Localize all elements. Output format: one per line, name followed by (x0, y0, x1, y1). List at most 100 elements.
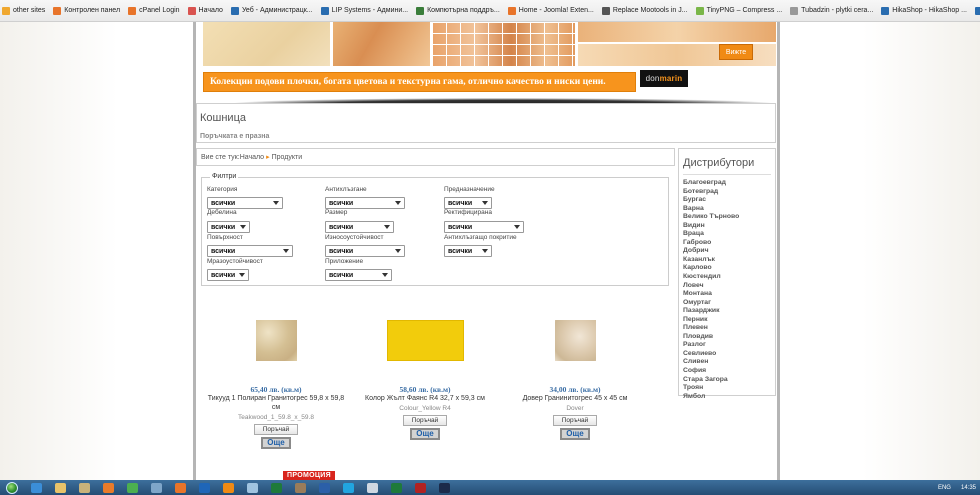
taskbar-app-button[interactable] (216, 481, 240, 494)
distributor-link[interactable]: Пазарджик (683, 307, 739, 316)
distributor-link[interactable]: Бургас (683, 196, 739, 205)
distributor-link[interactable]: Монтана (683, 290, 739, 299)
distributor-link[interactable]: Пловдив (683, 333, 739, 342)
taskbar-app-button[interactable] (72, 481, 96, 494)
product-name[interactable]: Тикууд 1 Полиран Гранитогрес 59,8 х 59,8… (206, 394, 346, 412)
bookmark-item[interactable]: LIP Systems - Админи... (320, 6, 408, 15)
distributor-link[interactable]: Разлог (683, 341, 739, 350)
banner-tile-terracotta[interactable] (333, 22, 430, 66)
logo-suffix: marin (659, 74, 683, 83)
distributor-link[interactable]: Велико Търново (683, 213, 739, 222)
distributor-link[interactable]: Варна (683, 205, 739, 214)
taskbar-app-button[interactable] (384, 481, 408, 494)
order-button[interactable]: Поръчай (254, 424, 298, 435)
taskbar-app-button[interactable] (120, 481, 144, 494)
distributor-link[interactable]: Стара Загора (683, 376, 739, 385)
breadcrumb-home-link[interactable]: Начало (240, 154, 264, 161)
bookmark-item[interactable]: Replace Mootools in J... (601, 6, 688, 15)
more-button[interactable]: Още (560, 428, 590, 440)
taskbar-app-button[interactable] (264, 481, 288, 494)
filter-select-size[interactable]: всички (325, 221, 394, 233)
filter-select-antislip-coating[interactable]: всички (444, 245, 492, 257)
distributors-panel: Дистрибутори Благоевград Ботевград Бургас В… (678, 148, 776, 400)
bookmark-item[interactable]: Free online network to... (974, 6, 980, 15)
product-name[interactable]: Довер Гранинитогрес 45 х 45 см (505, 394, 645, 403)
distributor-link[interactable]: Благоевград (683, 179, 739, 188)
bookmark-item[interactable]: Home - Joomla! Exten... (507, 6, 594, 15)
breadcrumb-current: Продукти (271, 153, 303, 161)
taskbar-app-button[interactable] (96, 481, 120, 494)
vlc-icon (222, 482, 234, 493)
filter-label-category: Категория (207, 186, 238, 193)
banner-tile-beige[interactable] (203, 22, 330, 66)
more-button[interactable]: Още (410, 428, 440, 440)
taskbar-app-button[interactable] (408, 481, 432, 494)
taskbar-app-button[interactable] (144, 481, 168, 494)
filter-select-category[interactable]: всички (207, 197, 283, 209)
taskbar-app-button[interactable] (24, 481, 48, 494)
bookmark-item[interactable]: other sites (2, 6, 45, 15)
product-image[interactable] (386, 320, 464, 361)
bookmark-favicon-icon (53, 6, 62, 15)
product-name[interactable]: Колор Жълт Фаянс R4 32,7 х 59,3 см (355, 394, 495, 403)
distributor-link[interactable]: Троян (683, 384, 739, 393)
taskbar-app-button[interactable] (336, 481, 360, 494)
filter-select-antislip[interactable]: всички (325, 197, 405, 209)
taskbar-app-button[interactable] (240, 481, 264, 494)
bookmark-item[interactable]: Компютърна поддръ... (416, 6, 500, 15)
taskbar-app-button[interactable] (288, 481, 312, 494)
filter-select-rectified[interactable]: всички (444, 221, 524, 233)
filter-select-thickness[interactable]: всички (207, 221, 250, 233)
order-button[interactable]: Поръчай (403, 415, 447, 426)
product-image[interactable] (554, 320, 596, 361)
distributor-link[interactable]: Добрич (683, 247, 739, 256)
product-code: Dover (566, 405, 584, 412)
taskbar-app-button[interactable] (168, 481, 192, 494)
banner-view-button[interactable]: Вижте (719, 44, 753, 60)
language-indicator[interactable]: ENG (938, 485, 951, 491)
filter-select-application[interactable]: всички (325, 269, 392, 281)
product-price: 65,40 лв. (кв.м) (250, 385, 302, 394)
distributor-link[interactable]: Враца (683, 230, 739, 239)
bookmark-item[interactable]: TinyPNG – Compress ... (695, 6, 782, 15)
banner-tile-strip[interactable] (578, 22, 776, 42)
distributor-link[interactable]: Ловеч (683, 282, 739, 291)
distributor-link[interactable]: Плевен (683, 324, 739, 333)
taskbar-app-button[interactable] (312, 481, 336, 494)
filter-select-frost-resistance[interactable]: всички (207, 269, 249, 281)
taskbar-app-button[interactable] (360, 481, 384, 494)
bookmark-item[interactable]: Контролен панел (53, 6, 120, 15)
product-price: 34,00 лв. (кв.м) (549, 385, 601, 394)
bookmark-item[interactable]: Tubadzin - plytki cera... (790, 6, 873, 15)
filter-select-purpose[interactable]: всички (444, 197, 492, 209)
more-button[interactable]: Още (261, 437, 291, 449)
distributor-link[interactable]: Казанлък (683, 256, 739, 265)
distributor-link[interactable]: София (683, 367, 739, 376)
banner-tile-mosaic[interactable] (433, 22, 575, 66)
taskbar-app-button[interactable] (48, 481, 72, 494)
distributor-link[interactable]: Видин (683, 222, 739, 231)
order-button[interactable]: Поръчай (553, 415, 597, 426)
bookmark-item[interactable]: cPanel Login (128, 6, 180, 15)
distributor-link[interactable]: Севлиево (683, 350, 739, 359)
taskbar-app-button[interactable] (192, 481, 216, 494)
distributor-link[interactable]: Сливен (683, 358, 739, 367)
bookmark-item[interactable]: Начало (187, 6, 223, 15)
product-image[interactable] (255, 320, 297, 361)
distributor-link[interactable]: Кюстендил (683, 273, 739, 282)
taskbar-app-button[interactable] (432, 481, 456, 494)
filter-select-wear-resistance[interactable]: всички (325, 245, 405, 257)
brand-logo[interactable]: don marin (640, 70, 688, 87)
bookmark-item[interactable]: Уеб - Администрацк... (230, 6, 313, 15)
clock[interactable]: 14:35 (961, 485, 976, 491)
filter-select-surface[interactable]: всички (207, 245, 293, 257)
distributor-link[interactable]: Ботевград (683, 188, 739, 197)
distributor-link[interactable]: Перник (683, 316, 739, 325)
distributor-link[interactable]: Омуртаг (683, 299, 739, 308)
filter-select-value: всички (211, 247, 236, 255)
start-button[interactable] (0, 480, 24, 495)
distributor-link[interactable]: Ямбол (683, 393, 739, 402)
bookmark-item[interactable]: HikaShop - HikaShop ... (881, 6, 967, 15)
distributor-link[interactable]: Карлово (683, 264, 739, 273)
filter-panel: Филтри Категория всички Антихлъзгане вси… (201, 173, 669, 286)
